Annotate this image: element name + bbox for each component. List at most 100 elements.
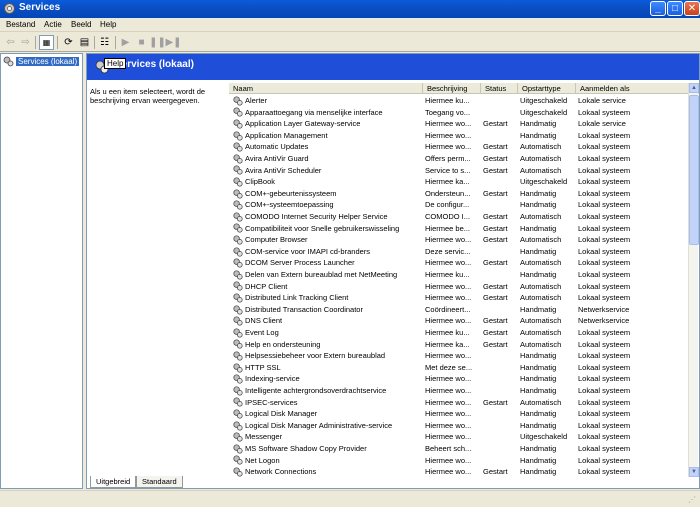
- service-description: Toegang vo...: [425, 107, 471, 117]
- service-name: Indexing-service: [245, 374, 300, 384]
- service-status: Gestart: [483, 316, 508, 326]
- service-startup-type: Handmatig: [520, 188, 557, 198]
- table-row[interactable]: MS Software Shadow Copy Provider Beheert …: [229, 443, 689, 455]
- column-header-aanmelden-als[interactable]: Aanmelden als: [576, 83, 689, 94]
- title-bar[interactable]: Services _ □ ✕: [0, 0, 700, 18]
- table-row[interactable]: COMODO Internet Security Helper Service C…: [229, 211, 689, 223]
- show-hide-tree-icon[interactable]: ▦: [39, 35, 54, 50]
- table-row[interactable]: COM+-systeemtoepassing De configur... Hand…: [229, 199, 689, 211]
- table-row[interactable]: HTTP SSL Met deze se... Handmatig Lokaal sy…: [229, 362, 689, 374]
- table-row[interactable]: Net Logon Hiermee wo... Handmatig Lokaal sy…: [229, 455, 689, 467]
- service-description: Hiermee wo...: [425, 397, 472, 407]
- service-startup-type: Automatisch: [520, 281, 562, 291]
- service-status: [483, 176, 517, 188]
- service-startup-type: Automatisch: [520, 397, 562, 407]
- tree-item-services-local[interactable]: Services (lokaal): [3, 56, 80, 67]
- column-header-beschrijving[interactable]: Beschrijving: [423, 83, 481, 94]
- table-row[interactable]: IPSEC-services Hiermee wo... Gestart Automa…: [229, 397, 689, 409]
- menu-help[interactable]: Help: [100, 20, 116, 29]
- service-logon-as: Netwerkservice: [578, 316, 630, 326]
- service-description: Hiermee wo...: [425, 130, 472, 140]
- table-row[interactable]: Logical Disk Manager Administrative-serv…: [229, 420, 689, 432]
- table-row[interactable]: Computer Browser Hiermee wo... Gestart Auto…: [229, 234, 689, 246]
- service-name-cell: Helpsessiebeheer voor Extern bureaublad: [233, 350, 419, 362]
- service-name-cell: Delen van Extern bureaublad met NetMeeti…: [233, 269, 419, 281]
- table-row[interactable]: Delen van Extern bureaublad met NetMeeti…: [229, 269, 689, 281]
- service-description: Coördineert...: [425, 304, 471, 314]
- service-gear-icon: [233, 444, 243, 454]
- menu-bestand[interactable]: Bestand: [6, 20, 35, 29]
- service-status: [483, 107, 517, 119]
- service-name-cell: Logical Disk Manager: [233, 408, 419, 420]
- menu-beeld[interactable]: Beeld: [71, 20, 91, 29]
- table-row[interactable]: DHCP Client Hiermee wo... Gestart Automatis…: [229, 281, 689, 293]
- service-name-cell: Computer Browser: [233, 234, 419, 246]
- export-list-icon[interactable]: ▤: [77, 35, 92, 50]
- service-name: Helpsessiebeheer voor Extern bureaublad: [245, 351, 386, 361]
- table-row[interactable]: Apparaattoegang via menselijke interface…: [229, 107, 689, 119]
- table-row[interactable]: Messenger Hiermee wo... Uitgeschakeld Lokaa…: [229, 431, 689, 443]
- refresh-icon[interactable]: ⟳: [61, 35, 76, 50]
- column-header-naam[interactable]: Naam: [229, 83, 423, 94]
- service-name: Automatic Updates: [245, 142, 309, 152]
- forward-arrow-icon[interactable]: ⇨: [18, 35, 33, 50]
- maximize-button[interactable]: □: [667, 1, 683, 16]
- service-startup-type: Handmatig: [520, 200, 557, 210]
- properties-icon[interactable]: ☷: [97, 35, 112, 50]
- service-startup-type: Handmatig: [520, 130, 557, 140]
- service-name: Avira AntiVir Scheduler: [245, 165, 322, 175]
- service-description: Deze servic...: [425, 246, 471, 256]
- table-row[interactable]: COM-service voor IMAPI cd-branders Deze s…: [229, 246, 689, 258]
- service-startup-type: Automatisch: [520, 339, 562, 349]
- resize-grip-icon[interactable]: ⋰: [688, 495, 698, 505]
- vertical-scrollbar[interactable]: ▲ ▼: [688, 83, 699, 477]
- pause-service-icon[interactable]: ❚❚: [149, 35, 166, 50]
- tab-standaard[interactable]: Standaard: [136, 476, 183, 488]
- close-button[interactable]: ✕: [684, 1, 700, 16]
- service-startup-type: Handmatig: [520, 351, 557, 361]
- table-row[interactable]: Avira AntiVir Scheduler Service to s... Ge…: [229, 165, 689, 177]
- service-gear-icon: [233, 223, 243, 233]
- table-row[interactable]: Indexing-service Hiermee wo... Handmatig Lo…: [229, 373, 689, 385]
- table-row[interactable]: ClipBook Hiermee ka... Uitgeschakeld Lokaal…: [229, 176, 689, 188]
- table-row[interactable]: DNS Client Hiermee wo... Gestart Automatisc…: [229, 315, 689, 327]
- table-row[interactable]: Automatic Updates Hiermee wo... Gestart Aut…: [229, 141, 689, 153]
- service-description: Hiermee ku...: [425, 96, 470, 105]
- service-gear-icon: [233, 421, 243, 431]
- service-status: [483, 95, 517, 107]
- table-row[interactable]: Intelligente achtergrondsoverdrachtservi…: [229, 385, 689, 397]
- table-row[interactable]: Avira AntiVir Guard Offers perm... Gestart…: [229, 153, 689, 165]
- menu-actie[interactable]: Actie: [44, 20, 62, 29]
- table-row[interactable]: Application Management Hiermee wo... Handm…: [229, 130, 689, 142]
- start-service-icon[interactable]: ▶: [118, 35, 133, 50]
- service-description: Hiermee ku...: [425, 328, 470, 337]
- service-startup-type: Handmatig: [520, 444, 557, 453]
- table-row[interactable]: DCOM Server Process Launcher Hiermee wo..…: [229, 257, 689, 269]
- stop-service-icon[interactable]: ■: [134, 35, 149, 50]
- service-name-cell: Distributed Link Tracking Client: [233, 292, 419, 304]
- table-row[interactable]: Compatibiliteit voor Snelle gebruikerswi…: [229, 223, 689, 235]
- table-row[interactable]: Alerter Hiermee ku... Uitgeschakeld Lokale …: [229, 95, 689, 107]
- service-name-cell: Logical Disk Manager Administrative-serv…: [233, 420, 419, 432]
- service-name-cell: Alerter: [233, 95, 419, 107]
- scroll-up-arrow[interactable]: ▲: [689, 83, 699, 93]
- table-row[interactable]: Distributed Transaction Coordinator Coörd…: [229, 304, 689, 316]
- column-header-opstarttype[interactable]: Opstarttype: [518, 83, 576, 94]
- column-header-status[interactable]: Status: [481, 83, 518, 94]
- service-startup-type: Handmatig: [520, 119, 557, 129]
- table-row[interactable]: COM+-gebeurtenissysteem Ondersteun... Gest…: [229, 188, 689, 200]
- table-row[interactable]: Help en ondersteuning Hiermee ka... Gestar…: [229, 339, 689, 351]
- table-row[interactable]: Helpsessiebeheer voor Extern bureaublad H…: [229, 350, 689, 362]
- service-startup-type: Automatisch: [520, 235, 562, 245]
- minimize-button[interactable]: _: [650, 1, 666, 16]
- service-description: Hiermee wo...: [425, 142, 472, 152]
- scroll-thumb[interactable]: [689, 95, 699, 245]
- restart-service-icon[interactable]: ▶❚: [165, 35, 181, 50]
- table-row[interactable]: Event Log Hiermee ku... Gestart Automatisch…: [229, 327, 689, 339]
- table-row[interactable]: Application Layer Gateway-service Hiermee…: [229, 118, 689, 130]
- service-name-cell: Messenger: [233, 431, 419, 443]
- tab-uitgebreid[interactable]: Uitgebreid: [90, 476, 137, 488]
- table-row[interactable]: Logical Disk Manager Hiermee wo... Handmat…: [229, 408, 689, 420]
- back-arrow-icon[interactable]: ⇦: [3, 35, 18, 50]
- table-row[interactable]: Distributed Link Tracking Client Hiermee …: [229, 292, 689, 304]
